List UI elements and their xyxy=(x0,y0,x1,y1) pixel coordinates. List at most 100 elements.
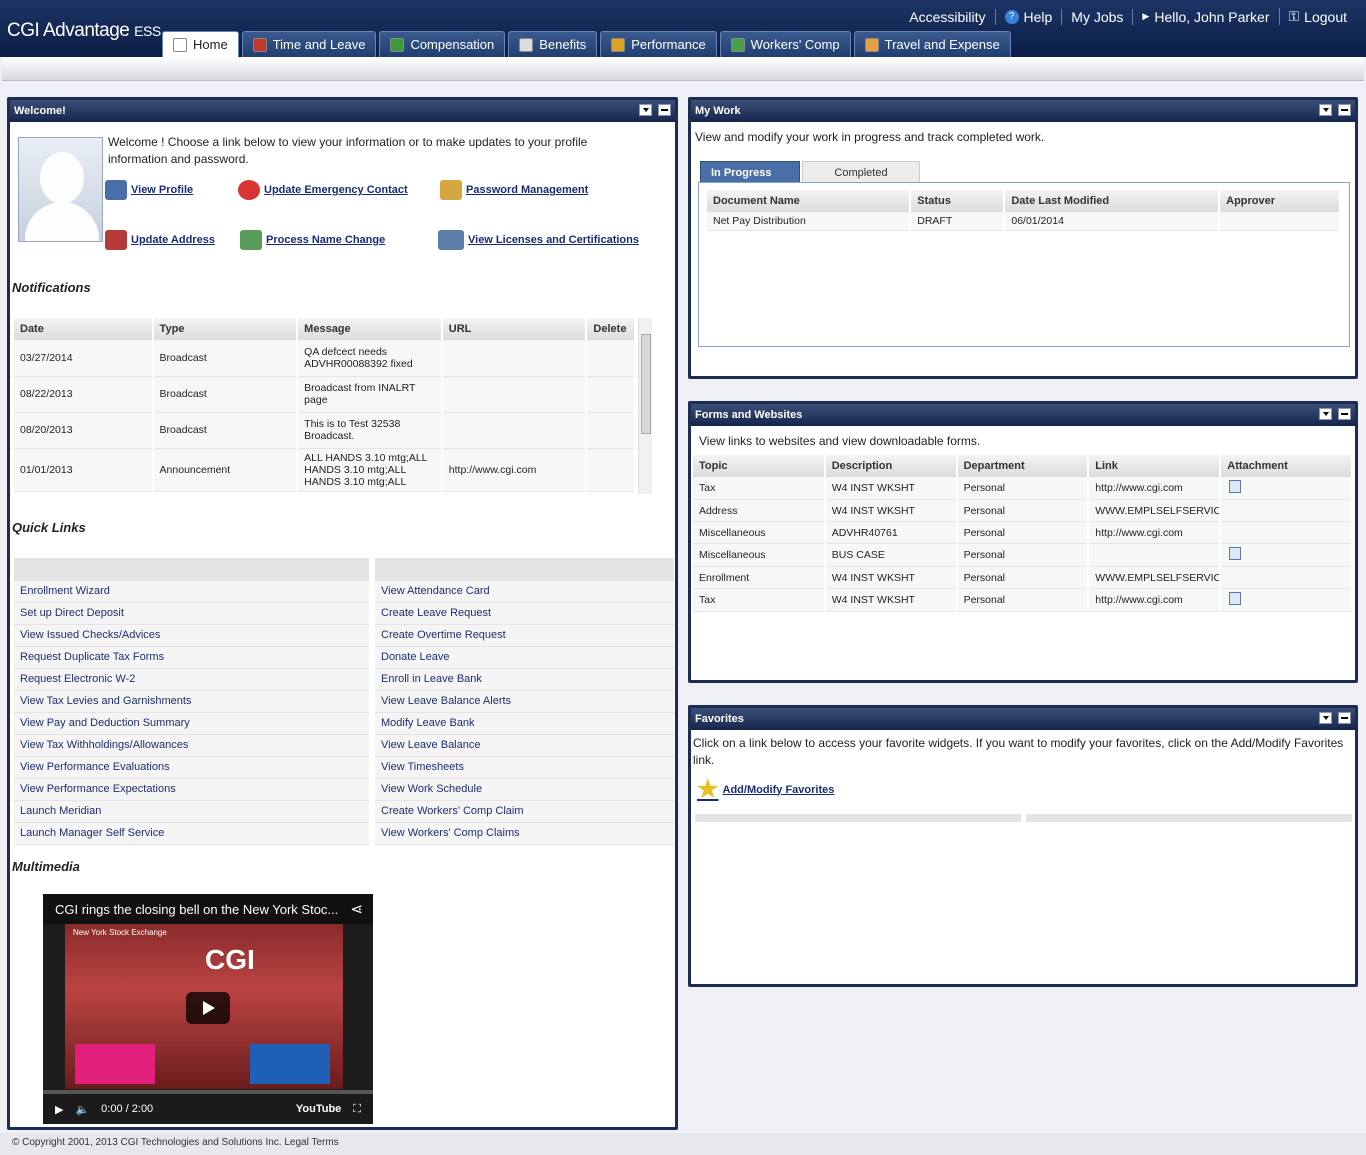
quick-link[interactable]: Request Duplicate Tax Forms xyxy=(14,646,369,669)
column-header[interactable]: Approver xyxy=(1219,190,1341,212)
volume-icon[interactable]: 🔈 xyxy=(75,1103,89,1116)
table-row[interactable]: Tax W4 INST WKSHT Personal http://www.cgi.c… xyxy=(693,477,1353,500)
table-row[interactable]: Miscellaneous BUS CASE Personal xyxy=(693,543,1353,567)
update-emergency-contact-link[interactable]: Update Emergency Contact xyxy=(238,180,408,200)
tab-workers-comp[interactable]: Workers' Comp xyxy=(719,31,851,57)
quick-link[interactable]: Set up Direct Deposit xyxy=(14,602,369,625)
quick-link[interactable]: View Pay and Deduction Summary xyxy=(14,712,369,735)
minimize-icon[interactable] xyxy=(1338,104,1351,116)
document-icon[interactable] xyxy=(1229,480,1242,493)
column-header[interactable]: Date xyxy=(14,318,154,340)
quick-link[interactable]: View Issued Checks/Advices xyxy=(14,624,369,647)
column-header[interactable]: Date Last Modified xyxy=(1004,190,1221,212)
cell-link[interactable]: WWW.EMPLSELFSERVICE xyxy=(1088,566,1222,589)
minimize-icon[interactable] xyxy=(658,104,671,116)
column-header[interactable]: Document Name xyxy=(707,190,912,212)
my-jobs-link[interactable]: My Jobs xyxy=(1061,8,1132,25)
table-row[interactable]: Enrollment W4 INST WKSHT Personal WWW.EMPLS… xyxy=(693,566,1353,589)
quick-link[interactable]: View Leave Balance xyxy=(375,734,674,757)
quick-link[interactable]: Enroll in Leave Bank xyxy=(375,668,674,691)
quick-link[interactable]: Donate Leave xyxy=(375,646,674,669)
quick-link[interactable]: Enrollment Wizard xyxy=(14,580,369,603)
process-name-change-link[interactable]: Process Name Change xyxy=(240,230,385,250)
tab-benefits[interactable]: Benefits xyxy=(508,31,598,57)
column-header[interactable]: Message xyxy=(297,318,443,340)
quick-link[interactable]: View Workers' Comp Claims xyxy=(375,822,674,845)
password-management-link[interactable]: Password Management xyxy=(440,180,588,200)
table-row[interactable]: 01/01/2013 Announcement ALL HANDS 3.10 mtg… xyxy=(14,448,636,492)
notifications-scrollbar[interactable] xyxy=(638,318,652,494)
tab-completed[interactable]: Completed xyxy=(802,161,920,183)
table-row[interactable]: Tax W4 INST WKSHT Personal http://www.cgi.c… xyxy=(693,588,1353,612)
column-header[interactable]: Attachment xyxy=(1220,455,1353,477)
cell-link[interactable]: http://www.cgi.com xyxy=(1088,588,1222,612)
tab-performance[interactable]: Performance xyxy=(600,31,717,57)
table-row[interactable]: Net Pay Distribution DRAFT 06/01/2014 xyxy=(707,212,1341,231)
minimize-icon[interactable] xyxy=(1338,408,1351,420)
cell-link[interactable] xyxy=(1088,543,1222,567)
legal-terms-link[interactable]: Legal Terms xyxy=(284,1137,338,1148)
cell-delete[interactable] xyxy=(586,412,636,449)
update-address-link[interactable]: Update Address xyxy=(105,230,215,250)
cell-url[interactable] xyxy=(441,340,588,377)
collapse-icon[interactable] xyxy=(1319,104,1332,116)
document-icon[interactable] xyxy=(1229,592,1242,605)
column-header[interactable]: URL xyxy=(441,318,588,340)
video-player[interactable]: CGI rings the closing bell on the New Yo… xyxy=(43,894,373,1124)
cell-delete[interactable] xyxy=(586,448,636,492)
accessibility-link[interactable]: Accessibility xyxy=(900,9,994,25)
user-menu[interactable]: ▶ Hello, John Parker xyxy=(1132,8,1278,25)
quick-link[interactable]: View Work Schedule xyxy=(375,778,674,801)
collapse-icon[interactable] xyxy=(1319,408,1332,420)
quick-link[interactable]: View Performance Expectations xyxy=(14,778,369,801)
collapse-icon[interactable] xyxy=(639,104,652,116)
column-header[interactable]: Link xyxy=(1088,455,1222,477)
column-header[interactable]: Status xyxy=(910,190,1006,212)
minimize-icon[interactable] xyxy=(1338,712,1351,724)
cell-url[interactable] xyxy=(441,376,588,413)
document-icon[interactable] xyxy=(1229,547,1242,560)
quick-link[interactable]: Request Electronic W-2 xyxy=(14,668,369,691)
column-header[interactable]: Delete xyxy=(586,318,636,340)
play-button[interactable] xyxy=(186,992,230,1024)
cell-url[interactable] xyxy=(441,412,588,449)
table-row[interactable]: Miscellaneous ADVHR40761 Personal http://ww… xyxy=(693,521,1353,544)
table-row[interactable]: 08/20/2013 Broadcast This is to Test 32538… xyxy=(14,412,636,449)
quick-link[interactable]: View Attendance Card xyxy=(375,580,674,603)
cell-url[interactable]: http://www.cgi.com xyxy=(441,448,588,492)
quick-link[interactable]: Create Leave Request xyxy=(375,602,674,625)
tab-travel-and-expense[interactable]: Travel and Expense xyxy=(853,31,1011,57)
table-row[interactable]: Address W4 INST WKSHT Personal WWW.EMPLSELF… xyxy=(693,499,1353,522)
tab-compensation[interactable]: Compensation xyxy=(379,31,506,57)
column-header[interactable]: Description xyxy=(824,455,958,477)
table-row[interactable]: 03/27/2014 Broadcast QA defcect needs ADVH… xyxy=(14,340,636,377)
tab-time-and-leave[interactable]: Time and Leave xyxy=(241,31,377,57)
cell-link[interactable]: WWW.EMPLSELFSERVICE xyxy=(1088,499,1222,522)
column-header[interactable]: Department xyxy=(956,455,1090,477)
quick-link[interactable]: Launch Meridian xyxy=(14,800,369,823)
quick-link[interactable]: View Leave Balance Alerts xyxy=(375,690,674,713)
quick-link[interactable]: View Timesheets xyxy=(375,756,674,779)
column-header[interactable]: Topic xyxy=(693,455,826,477)
help-link[interactable]: ? Help xyxy=(994,8,1062,25)
view-licenses-link[interactable]: View Licenses and Certifications xyxy=(438,230,639,250)
cell-delete[interactable] xyxy=(586,340,636,377)
logout-link[interactable]: ⚿ Logout xyxy=(1278,8,1356,25)
quick-link[interactable]: Modify Leave Bank xyxy=(375,712,674,735)
quick-link[interactable]: Launch Manager Self Service xyxy=(14,822,369,845)
share-icon[interactable]: ⋖ xyxy=(350,900,363,918)
quick-link[interactable]: View Performance Evaluations xyxy=(14,756,369,779)
collapse-icon[interactable] xyxy=(1319,712,1332,724)
quick-link[interactable]: View Tax Withholdings/Allowances xyxy=(14,734,369,757)
quick-link[interactable]: Create Overtime Request xyxy=(375,624,674,647)
column-header[interactable]: Type xyxy=(152,318,299,340)
add-modify-favorites-link[interactable]: ★ Add/Modify Favorites xyxy=(697,775,834,804)
view-profile-link[interactable]: View Profile xyxy=(105,180,193,200)
youtube-logo[interactable]: YouTube xyxy=(296,1103,341,1115)
tab-in-progress[interactable]: In Progress xyxy=(700,161,800,183)
cell-link[interactable]: http://www.cgi.com xyxy=(1088,521,1222,544)
tab-home[interactable]: Home xyxy=(162,31,239,57)
fullscreen-icon[interactable]: ⛶ xyxy=(353,1103,361,1116)
table-row[interactable]: 08/22/2013 Broadcast Broadcast from INALRT… xyxy=(14,376,636,413)
cell-delete[interactable] xyxy=(586,376,636,413)
